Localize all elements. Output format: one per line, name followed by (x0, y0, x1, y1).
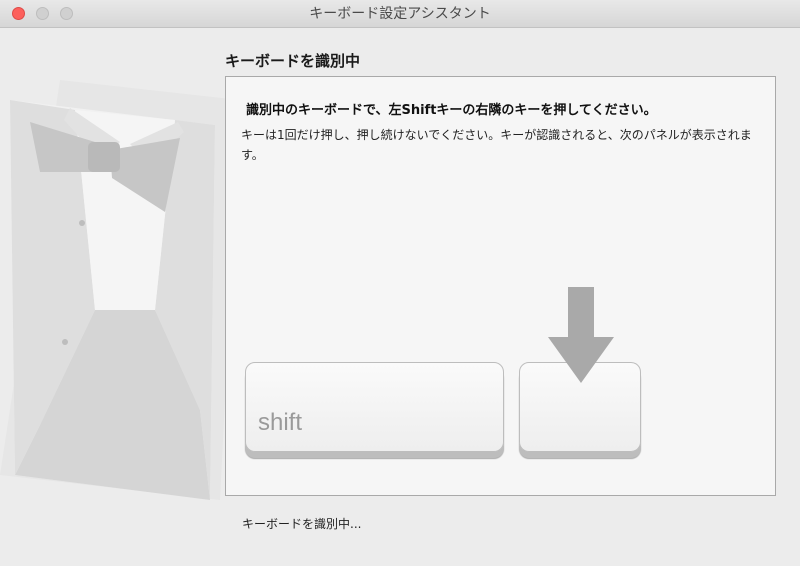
keyboard-setup-assistant-window: キーボード設定アシスタント キーボードを識別中 識別中のキーボードで、左Shif… (0, 0, 800, 566)
instruction-text: 識別中のキーボードで、左Shiftキーの右隣のキーを押してください。 (246, 103, 657, 118)
window-title: キーボード設定アシスタント (309, 6, 491, 22)
shift-key: shift (245, 362, 504, 452)
tuxedo-illustration (0, 80, 240, 500)
panel-heading: キーボードを識別中 (225, 52, 361, 70)
status-text: キーボードを識別中... (242, 517, 362, 531)
shift-key-label: shift (258, 409, 303, 436)
arrow-down-icon (548, 287, 614, 383)
title-bar[interactable]: キーボード設定アシスタント (0, 0, 800, 28)
content-panel: 識別中のキーボードで、左Shiftキーの右隣のキーを押してください。 キーは1回… (225, 76, 776, 496)
description-text: キーは1回だけ押し、押し続けないでください。キーが認識されると、次のパネルが表示… (241, 128, 752, 162)
